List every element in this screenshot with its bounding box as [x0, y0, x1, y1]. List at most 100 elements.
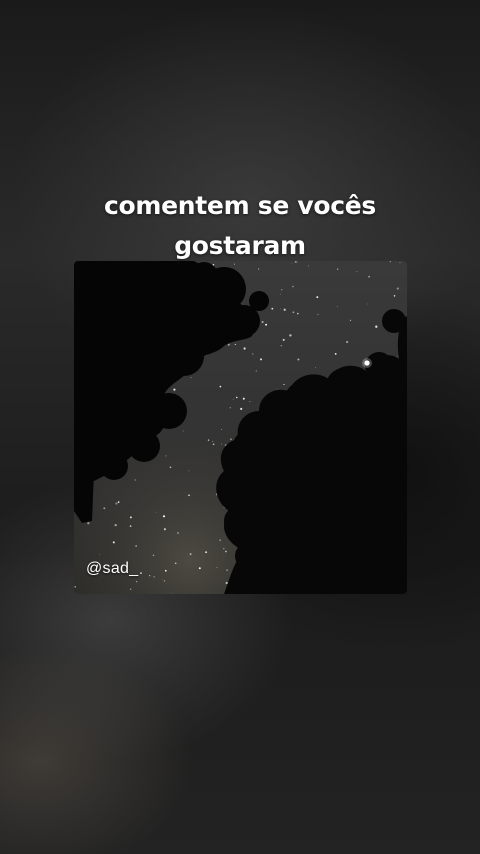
star — [349, 319, 352, 322]
star — [140, 572, 142, 574]
star — [234, 343, 237, 346]
star — [162, 579, 164, 580]
star — [242, 397, 245, 400]
star — [221, 443, 222, 445]
star — [280, 345, 282, 347]
star — [356, 271, 358, 272]
star — [282, 338, 285, 341]
star — [252, 353, 254, 355]
star — [115, 502, 118, 505]
star — [292, 311, 295, 314]
star — [297, 358, 300, 361]
star — [345, 340, 349, 344]
star — [114, 523, 117, 527]
star — [308, 265, 310, 267]
star — [198, 567, 201, 570]
star — [174, 562, 177, 565]
star — [291, 263, 293, 264]
star — [188, 494, 190, 497]
star — [135, 545, 137, 547]
night-sky-photo: @sad_ — [74, 261, 407, 594]
star — [249, 400, 251, 402]
star — [149, 574, 151, 577]
star — [216, 567, 218, 569]
star — [368, 275, 370, 278]
star — [164, 569, 167, 572]
star — [212, 440, 214, 442]
star — [219, 539, 221, 541]
star — [182, 430, 184, 432]
star — [221, 429, 222, 430]
star — [212, 443, 215, 446]
star — [236, 396, 238, 399]
star — [292, 285, 294, 288]
star — [230, 438, 232, 441]
star — [153, 576, 155, 578]
star — [74, 585, 77, 588]
night-sky-trees-image — [74, 261, 407, 594]
star — [190, 377, 192, 378]
star — [279, 308, 281, 309]
star — [234, 263, 236, 265]
star — [281, 289, 283, 291]
star — [226, 569, 228, 571]
star — [205, 551, 208, 554]
star — [297, 312, 299, 315]
star — [130, 588, 132, 590]
star — [99, 554, 101, 555]
star — [396, 287, 399, 290]
star — [129, 525, 132, 527]
star — [188, 470, 190, 472]
star — [336, 306, 338, 307]
star — [136, 581, 138, 583]
star — [87, 522, 90, 525]
caption-line-2: gostaram — [174, 231, 306, 260]
star — [223, 548, 225, 550]
star — [289, 334, 292, 337]
star — [243, 347, 246, 350]
star — [399, 262, 401, 264]
star — [134, 479, 136, 481]
star — [283, 383, 285, 385]
star — [259, 358, 263, 361]
video-screen[interactable]: comentem se vocês gostaram @sad_ — [0, 0, 480, 854]
star — [276, 388, 278, 390]
star — [279, 293, 281, 295]
star — [162, 515, 166, 518]
star — [393, 295, 396, 297]
star — [336, 268, 339, 270]
star — [169, 466, 172, 469]
star — [316, 296, 319, 299]
star — [117, 501, 120, 503]
star — [155, 511, 157, 513]
caption-line-1: comentem se vocês — [103, 191, 377, 220]
star — [173, 388, 176, 391]
star — [189, 553, 192, 556]
star — [265, 323, 268, 326]
star — [103, 507, 106, 510]
star — [366, 303, 368, 305]
star — [219, 385, 222, 388]
star — [334, 353, 337, 355]
watermark-username: @sad_ — [86, 560, 139, 577]
star — [397, 355, 399, 357]
caption-overlay: comentem se vocês gostaram — [0, 186, 480, 266]
star — [315, 367, 316, 368]
star — [271, 307, 274, 310]
star — [225, 550, 227, 553]
star — [389, 261, 391, 263]
star — [129, 516, 132, 519]
star — [294, 261, 297, 263]
star — [206, 355, 207, 356]
star — [240, 407, 243, 410]
star — [317, 313, 319, 315]
star — [112, 541, 115, 544]
star — [152, 554, 155, 557]
star — [227, 343, 230, 346]
star — [163, 528, 166, 531]
star — [229, 407, 231, 409]
star — [225, 581, 228, 585]
star — [283, 308, 286, 311]
star — [207, 439, 210, 441]
star — [375, 325, 378, 328]
